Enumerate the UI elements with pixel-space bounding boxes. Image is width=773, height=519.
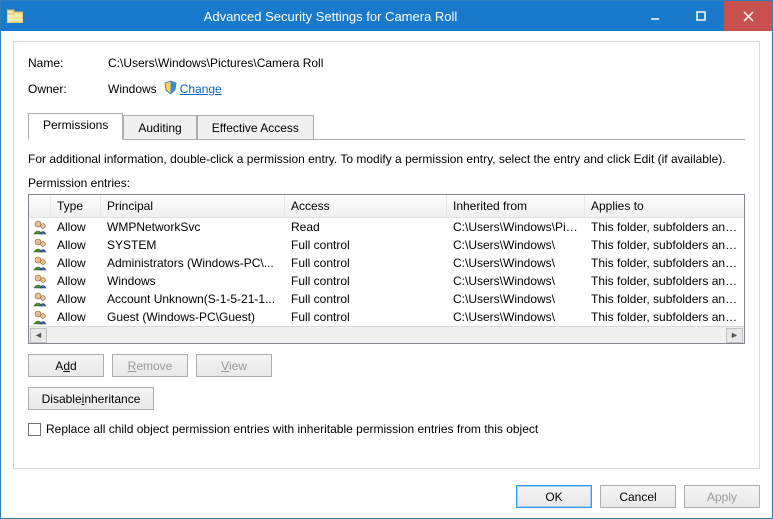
table-row[interactable]: AllowAccount Unknown(S-1-5-21-1...Full c… <box>29 290 744 308</box>
replace-children-checkbox[interactable] <box>28 423 41 436</box>
cell-principal: Administrators (Windows-PC\... <box>101 255 285 271</box>
security-settings-window: Advanced Security Settings for Camera Ro… <box>0 0 773 519</box>
principal-icon <box>29 219 51 235</box>
permissions-tab-body: For additional information, double-click… <box>28 140 745 458</box>
cell-type: Allow <box>51 273 101 289</box>
tab-permissions[interactable]: Permissions <box>28 113 123 140</box>
principal-icon <box>29 309 51 325</box>
close-button[interactable] <box>724 1 772 31</box>
table-row[interactable]: AllowAdministrators (Windows-PC\...Full … <box>29 254 744 272</box>
cell-principal: Guest (Windows-PC\Guest) <box>101 309 285 325</box>
cell-applies: This folder, subfolders and files <box>585 291 744 307</box>
table-row[interactable]: AllowSYSTEMFull controlC:\Users\Windows\… <box>29 236 744 254</box>
remove-button[interactable]: Remove <box>112 354 188 377</box>
apply-button[interactable]: Apply <box>684 485 760 508</box>
cell-principal: Windows <box>101 273 285 289</box>
cell-access: Full control <box>285 309 447 325</box>
cell-inherited: C:\Users\Windows\Pic... <box>447 219 585 235</box>
name-row: Name: C:\Users\Windows\Pictures\Camera R… <box>28 56 745 70</box>
cell-type: Allow <box>51 219 101 235</box>
replace-children-row: Replace all child object permission entr… <box>28 422 745 436</box>
tab-effective-access[interactable]: Effective Access <box>197 115 314 140</box>
add-button[interactable]: Add <box>28 354 104 377</box>
principal-icon <box>29 255 51 271</box>
cell-access: Full control <box>285 273 447 289</box>
owner-row: Owner: Windows Change <box>28 80 745 98</box>
window-controls <box>632 1 772 31</box>
owner-value: Windows <box>108 82 157 96</box>
grid-body: AllowWMPNetworkSvcReadC:\Users\Windows\P… <box>29 218 744 326</box>
inner-panel: Name: C:\Users\Windows\Pictures\Camera R… <box>13 41 760 469</box>
dialog-footer: OK Cancel Apply <box>1 477 772 518</box>
cell-inherited: C:\Users\Windows\ <box>447 291 585 307</box>
change-link-text[interactable]: Change <box>180 82 222 96</box>
table-row[interactable]: AllowWMPNetworkSvcReadC:\Users\Windows\P… <box>29 218 744 236</box>
horizontal-scrollbar[interactable]: ◄ ► <box>29 326 744 343</box>
cell-applies: This folder, subfolders and files <box>585 273 744 289</box>
cell-type: Allow <box>51 309 101 325</box>
table-row[interactable]: AllowGuest (Windows-PC\Guest)Full contro… <box>29 308 744 326</box>
scroll-right-arrow-icon[interactable]: ► <box>726 328 743 343</box>
cell-applies: This folder, subfolders and files <box>585 237 744 253</box>
cell-access: Read <box>285 219 447 235</box>
view-button[interactable]: View <box>196 354 272 377</box>
inheritance-row: Disable inheritance <box>28 387 745 410</box>
cell-type: Allow <box>51 291 101 307</box>
principal-icon <box>29 237 51 253</box>
col-applies[interactable]: Applies to <box>585 195 744 217</box>
col-access[interactable]: Access <box>285 195 447 217</box>
change-owner-link[interactable]: Change <box>163 80 222 98</box>
entry-buttons-row: Add Remove View <box>28 354 745 377</box>
cell-access: Full control <box>285 255 447 271</box>
maximize-button[interactable] <box>678 1 724 31</box>
name-label: Name: <box>28 56 108 70</box>
col-icon[interactable] <box>29 195 51 217</box>
principal-icon <box>29 291 51 307</box>
cell-type: Allow <box>51 255 101 271</box>
shield-icon <box>163 80 180 98</box>
name-value: C:\Users\Windows\Pictures\Camera Roll <box>108 56 323 70</box>
owner-label: Owner: <box>28 82 108 96</box>
disable-inheritance-button[interactable]: Disable inheritance <box>28 387 154 410</box>
table-row[interactable]: AllowWindowsFull controlC:\Users\Windows… <box>29 272 744 290</box>
principal-icon <box>29 273 51 289</box>
col-inherited[interactable]: Inherited from <box>447 195 585 217</box>
replace-children-label: Replace all child object permission entr… <box>46 422 538 436</box>
cell-inherited: C:\Users\Windows\ <box>447 237 585 253</box>
col-type[interactable]: Type <box>51 195 101 217</box>
cell-principal: Account Unknown(S-1-5-21-1... <box>101 291 285 307</box>
ok-button[interactable]: OK <box>516 485 592 508</box>
cell-principal: WMPNetworkSvc <box>101 219 285 235</box>
tab-auditing[interactable]: Auditing <box>123 115 196 140</box>
cell-access: Full control <box>285 237 447 253</box>
minimize-button[interactable] <box>632 1 678 31</box>
info-text: For additional information, double-click… <box>28 152 745 166</box>
cell-access: Full control <box>285 291 447 307</box>
folder-icon <box>1 9 29 23</box>
permission-grid: Type Principal Access Inherited from App… <box>28 194 745 344</box>
window-title: Advanced Security Settings for Camera Ro… <box>29 9 632 24</box>
cell-applies: This folder, subfolders and files <box>585 255 744 271</box>
cell-type: Allow <box>51 237 101 253</box>
cell-applies: This folder, subfolders and files <box>585 219 744 235</box>
cell-inherited: C:\Users\Windows\ <box>447 309 585 325</box>
permission-entries-label: Permission entries: <box>28 176 745 190</box>
scroll-left-arrow-icon[interactable]: ◄ <box>30 328 47 343</box>
content-area: Name: C:\Users\Windows\Pictures\Camera R… <box>1 31 772 477</box>
titlebar[interactable]: Advanced Security Settings for Camera Ro… <box>1 1 772 31</box>
tab-strip: Permissions Auditing Effective Access <box>28 113 745 140</box>
cell-inherited: C:\Users\Windows\ <box>447 255 585 271</box>
col-principal[interactable]: Principal <box>101 195 285 217</box>
cell-principal: SYSTEM <box>101 237 285 253</box>
cell-inherited: C:\Users\Windows\ <box>447 273 585 289</box>
cell-applies: This folder, subfolders and files <box>585 309 744 325</box>
cancel-button[interactable]: Cancel <box>600 485 676 508</box>
grid-header: Type Principal Access Inherited from App… <box>29 195 744 218</box>
